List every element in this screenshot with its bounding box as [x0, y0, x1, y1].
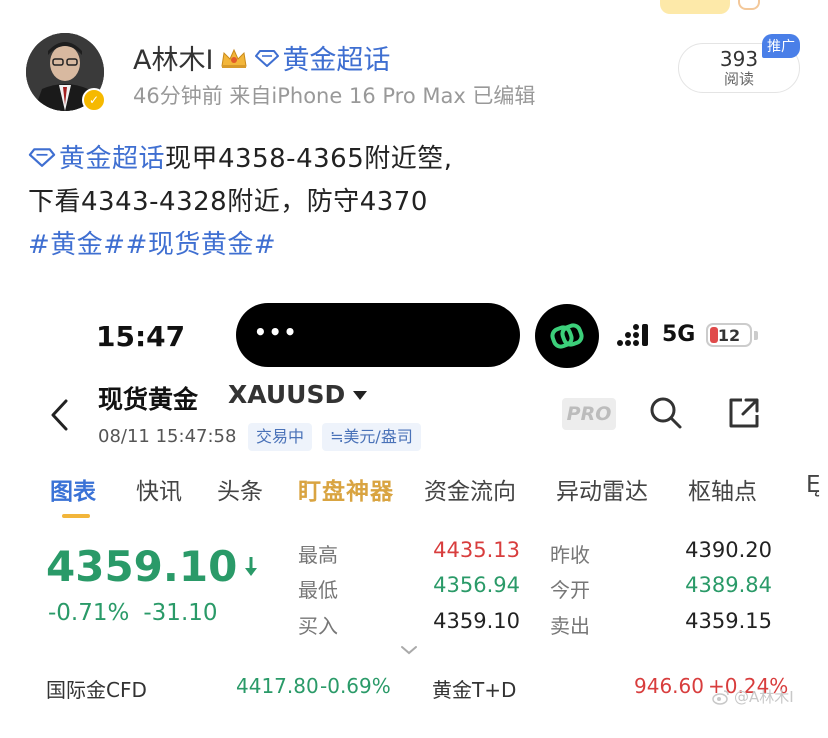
topic-link-label: 黄金超话: [282, 45, 391, 76]
weibo-logo-icon: [712, 689, 729, 705]
prev-close-value: 4390.20: [685, 538, 772, 562]
ask-value: 4359.15: [685, 609, 772, 633]
last-price: 4359.10: [46, 542, 259, 591]
diamond-icon: [28, 147, 56, 167]
price-change: -0.71% -31.10: [48, 600, 218, 626]
chain-link-icon: [550, 323, 584, 349]
top-decoration: [660, 0, 730, 14]
island-dots: •••: [254, 320, 299, 344]
related-item1-change: -0.69%: [320, 674, 391, 698]
share-icon[interactable]: [726, 395, 762, 431]
body-line1-text: 现甲4358-4365附近箜,: [165, 144, 453, 174]
change-percent: -0.71%: [48, 600, 130, 626]
back-arrow-icon[interactable]: [48, 398, 72, 432]
post-hashtags[interactable]: #黄金##现货黄金#: [28, 224, 276, 261]
open-label: 今开: [550, 578, 590, 602]
tab-overflow[interactable]: Ę: [806, 472, 824, 498]
active-tab-indicator: [62, 514, 90, 518]
diamond-icon: [255, 49, 280, 67]
low-value: 4356.94: [433, 573, 520, 597]
trading-status-chip: 交易中: [248, 423, 313, 451]
link-activity-icon: [535, 304, 599, 368]
dropdown-caret-icon: [353, 391, 368, 400]
post-author-row: A林木I 黄金超话: [133, 38, 390, 77]
prev-close-label: 昨收: [550, 543, 590, 567]
open-value: 4389.84: [685, 573, 772, 597]
author-name[interactable]: A林木I: [133, 38, 213, 77]
unit-chip[interactable]: ≒美元/盎司: [322, 423, 421, 451]
top-decoration-secondary: [738, 0, 760, 10]
related-item1-name[interactable]: 国际金CFD: [46, 674, 147, 703]
body-topic-link[interactable]: 黄金超话: [59, 138, 165, 175]
verified-badge-icon: ✓: [82, 88, 106, 112]
instrument-selector[interactable]: XAUUSD: [228, 380, 368, 409]
battery-tip: [754, 331, 758, 340]
read-label: 阅读: [723, 70, 754, 88]
ask-label: 卖出: [550, 614, 590, 638]
battery-icon: 12: [706, 323, 752, 347]
pro-button[interactable]: PRO: [562, 398, 616, 430]
post-meta: 46分钟前 来自iPhone 16 Pro Max 已编辑: [133, 84, 536, 108]
related-item1-price: 4417.80: [236, 674, 319, 698]
high-label: 最高: [298, 543, 338, 567]
quote-datetime: 08/11 15:47:58: [98, 426, 237, 447]
tab-fund-flow[interactable]: 资金流向: [424, 472, 516, 506]
related-item2-name[interactable]: 黄金T+D: [432, 674, 516, 703]
tab-news[interactable]: 快讯: [136, 472, 182, 506]
instrument-name: 现货黄金: [98, 385, 199, 414]
post-body-line2: 下看4343-4328附近，防守4370: [28, 187, 428, 217]
related-item2-price: 946.60: [634, 674, 704, 698]
battery-level-fill: [710, 327, 718, 343]
watermark-text: @A林木I: [734, 688, 794, 706]
topic-link[interactable]: 黄金超话: [255, 38, 390, 77]
last-price-value: 4359.10: [46, 542, 238, 591]
status-time: 15:47: [96, 320, 186, 353]
instrument-code: XAUUSD: [228, 380, 346, 409]
tab-headlines[interactable]: 头条: [217, 472, 263, 506]
battery-percent: 12: [717, 325, 741, 345]
down-arrow-icon: [245, 556, 258, 576]
network-label: 5G: [662, 322, 696, 347]
weibo-watermark: @A林木I: [712, 686, 794, 707]
signal-icon: [617, 324, 648, 346]
change-absolute: -31.10: [143, 600, 218, 626]
tab-pivot-points[interactable]: 枢轴点: [688, 472, 757, 506]
tab-monitor-tool[interactable]: 盯盘神器: [298, 472, 394, 506]
post-body-line1: 黄金超话 现甲4358-4365附近箜,: [28, 138, 453, 175]
bid-label: 买入: [298, 614, 338, 638]
tab-chart[interactable]: 图表: [50, 472, 96, 506]
search-icon[interactable]: [648, 395, 684, 431]
tab-bar: 图表 快讯 头条 盯盘神器 资金流向 异动雷达 枢轴点 Ę: [0, 472, 828, 512]
low-label: 最低: [298, 578, 338, 602]
bid-value: 4359.10: [433, 609, 520, 633]
chevron-down-icon[interactable]: [399, 644, 419, 656]
promo-tag[interactable]: 推广: [762, 34, 800, 58]
high-value: 4435.13: [433, 538, 520, 562]
crown-icon: [221, 48, 248, 68]
tab-anomaly-radar[interactable]: 异动雷达: [556, 472, 648, 506]
